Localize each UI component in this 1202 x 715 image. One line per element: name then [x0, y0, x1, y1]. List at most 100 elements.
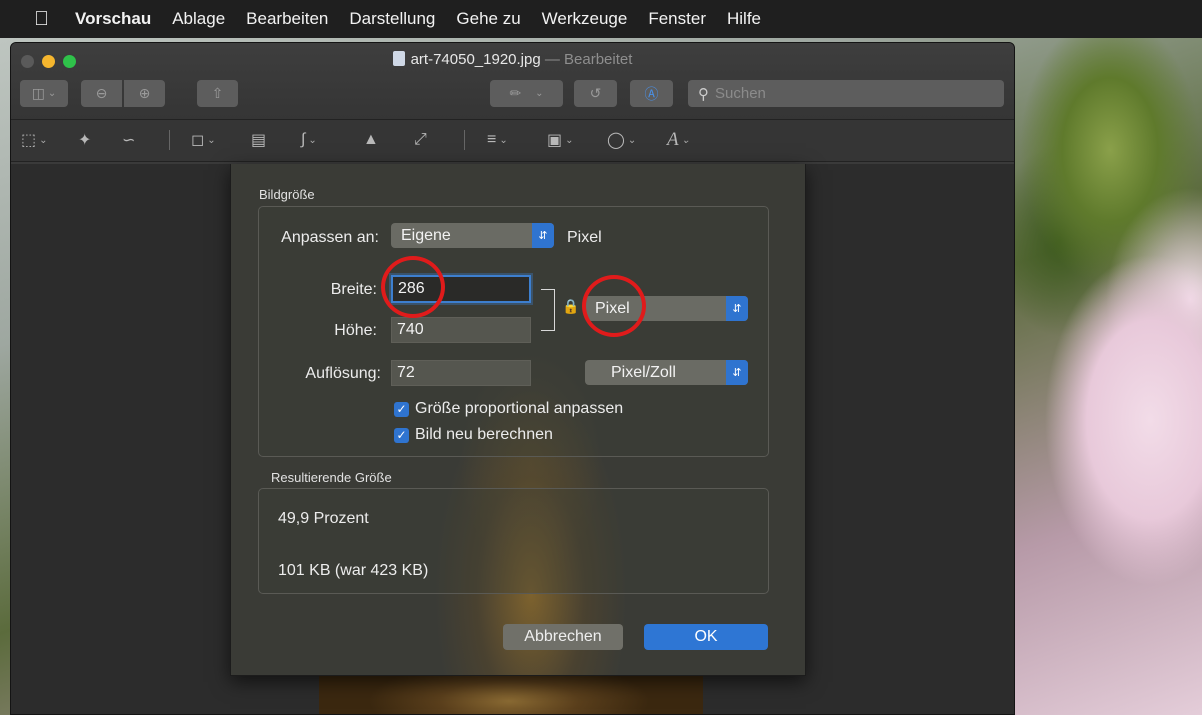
preview-window: art-74050_1920.jpg — Bearbeitet ◫ ⌄ ⊖ ⊕ …: [10, 42, 1015, 715]
magic-wand-icon: ✦: [78, 132, 92, 149]
text-box-icon: ▤: [251, 132, 267, 149]
select-arrows-icon: ⇵: [726, 360, 748, 385]
zoom-out-button[interactable]: ⊖: [81, 80, 122, 107]
window-title-status: Bearbeitet: [564, 51, 633, 68]
signature-tool[interactable]: ∫ ⌄: [301, 128, 317, 152]
image-preview: [319, 671, 703, 714]
size-unit-select[interactable]: Pixel ⇵: [585, 296, 748, 321]
select-arrows-icon: ⇵: [726, 296, 748, 321]
cancel-button[interactable]: Abbrechen: [503, 624, 623, 650]
pen-icon: ✏: [509, 85, 522, 101]
menu-fenster[interactable]: Fenster: [648, 9, 706, 29]
fit-into-value: Eigene: [401, 226, 451, 244]
text-style-tool[interactable]: A ⌄: [667, 128, 690, 152]
document-canvas: Bildgröße Anpassen an: Eigene ⇵ Pixel Br…: [11, 164, 1014, 714]
window-title-filename: art-74050_1920.jpg: [410, 51, 541, 68]
toolbar-divider: [464, 130, 465, 150]
markup-toolbar-button[interactable]: Ⓐ: [630, 80, 673, 107]
select-arrows-icon: ⇵: [532, 223, 554, 248]
menu-darstellung[interactable]: Darstellung: [349, 9, 435, 29]
fill-color-tool[interactable]: ◯ ⌄: [607, 128, 636, 152]
rotate-button[interactable]: ↺: [574, 80, 617, 107]
chevron-down-icon: ⌄: [535, 88, 544, 99]
scale-proportionally-label: Größe proportional anpassen: [415, 400, 624, 417]
width-label: Breite:: [330, 281, 377, 298]
image-size-dialog: Bildgröße Anpassen an: Eigene ⇵ Pixel Br…: [230, 164, 806, 676]
result-file-size: 101 KB (war 423 KB): [278, 562, 429, 579]
adjust-color-tool[interactable]: ▲: [363, 128, 379, 152]
menu-werkzeuge[interactable]: Werkzeuge: [542, 9, 628, 29]
resolution-unit-select[interactable]: Pixel/Zoll ⇵: [585, 360, 748, 385]
zoom-out-icon: ⊖: [95, 85, 108, 101]
search-icon: ⚲: [698, 85, 709, 103]
rectangular-selection-icon: ⬚: [21, 132, 37, 149]
lock-icon[interactable]: 🔒: [562, 298, 579, 315]
chevron-down-icon: ⌄: [207, 134, 216, 146]
chevron-down-icon: ⌄: [47, 88, 57, 99]
instant-alpha-tool[interactable]: ✦: [78, 128, 91, 152]
sketch-tool[interactable]: ∽: [122, 128, 135, 152]
menu-app-vorschau[interactable]: Vorschau: [75, 9, 151, 29]
resample-checkbox[interactable]: ✓ Bild neu berechnen: [394, 426, 553, 444]
markup-pen-button[interactable]: ✏ ⌄: [490, 80, 563, 107]
fit-into-select[interactable]: Eigene ⇵: [391, 223, 554, 248]
adjust-color-icon: ▲: [363, 131, 379, 148]
size-unit-value: Pixel: [595, 299, 630, 317]
aspect-link-bracket: [541, 289, 555, 331]
sidebar-icon: ◫: [31, 85, 45, 101]
menu-ablage[interactable]: Ablage: [172, 9, 225, 29]
fit-into-label: Anpassen an:: [281, 229, 379, 246]
menu-gehe-zu[interactable]: Gehe zu: [456, 9, 520, 29]
height-label: Höhe:: [334, 322, 377, 339]
border-color-tool[interactable]: ▣ ⌄: [547, 128, 574, 152]
share-icon: ⇧: [211, 85, 224, 101]
window-title: art-74050_1920.jpg — Bearbeitet: [11, 51, 1014, 68]
share-button[interactable]: ⇧: [197, 80, 238, 107]
width-field[interactable]: 286: [391, 275, 531, 303]
chevron-down-icon: ⌄: [499, 134, 508, 146]
line-style-icon: ≡: [487, 131, 497, 148]
sketch-icon: ∽: [122, 132, 136, 149]
chevron-down-icon: ⌄: [39, 134, 48, 146]
search-input[interactable]: [715, 85, 975, 102]
toolbar-divider: [169, 130, 170, 150]
ok-button[interactable]: OK: [644, 624, 768, 650]
search-field[interactable]: ⚲: [688, 80, 1004, 107]
image-size-section-label: Bildgröße: [259, 187, 315, 202]
fit-into-unit: Pixel: [567, 229, 602, 246]
border-color-icon: ▣: [547, 132, 563, 149]
height-field[interactable]: 740: [391, 317, 531, 343]
rotate-icon: ↺: [589, 85, 602, 101]
shapes-icon: ◻: [191, 132, 205, 149]
checkmark-icon: ✓: [394, 427, 409, 443]
scale-proportionally-checkbox[interactable]: ✓ Größe proportional anpassen: [394, 400, 623, 418]
resolution-unit-value: Pixel/Zoll: [611, 363, 676, 381]
resize-icon: ⤢: [414, 131, 427, 148]
result-percent: 49,9 Prozent: [278, 510, 369, 527]
sidebar-toggle-button[interactable]: ◫ ⌄: [20, 80, 68, 107]
signature-icon: ∫: [301, 131, 306, 148]
font-icon: A: [667, 129, 679, 150]
adjust-size-tool[interactable]: ⤢: [414, 128, 427, 152]
text-tool[interactable]: ▤: [251, 128, 266, 152]
chevron-down-icon: ⌄: [681, 134, 690, 146]
chevron-down-icon: ⌄: [308, 134, 317, 146]
markup-icon: Ⓐ: [644, 85, 659, 102]
apple-menu-icon[interactable]: : [34, 8, 49, 31]
fill-color-icon: ◯: [607, 132, 625, 149]
checkmark-icon: ✓: [394, 401, 409, 417]
title-bar: art-74050_1920.jpg — Bearbeitet ◫ ⌄ ⊖ ⊕ …: [11, 43, 1014, 120]
zoom-in-icon: ⊕: [138, 85, 151, 101]
menu-bearbeiten[interactable]: Bearbeiten: [246, 9, 328, 29]
chevron-down-icon: ⌄: [627, 134, 637, 146]
chevron-down-icon: ⌄: [565, 134, 574, 146]
shape-style-tool[interactable]: ≡ ⌄: [487, 128, 508, 152]
menu-bar:  Vorschau Ablage Bearbeiten Darstellung…: [0, 0, 1202, 38]
selection-tool[interactable]: ⬚ ⌄: [21, 128, 48, 152]
shapes-tool[interactable]: ◻ ⌄: [191, 128, 216, 152]
menu-hilfe[interactable]: Hilfe: [727, 9, 761, 29]
resolution-label: Auflösung:: [305, 365, 381, 382]
zoom-in-button[interactable]: ⊕: [124, 80, 165, 107]
resample-label: Bild neu berechnen: [415, 426, 553, 443]
resolution-field[interactable]: 72: [391, 360, 531, 386]
